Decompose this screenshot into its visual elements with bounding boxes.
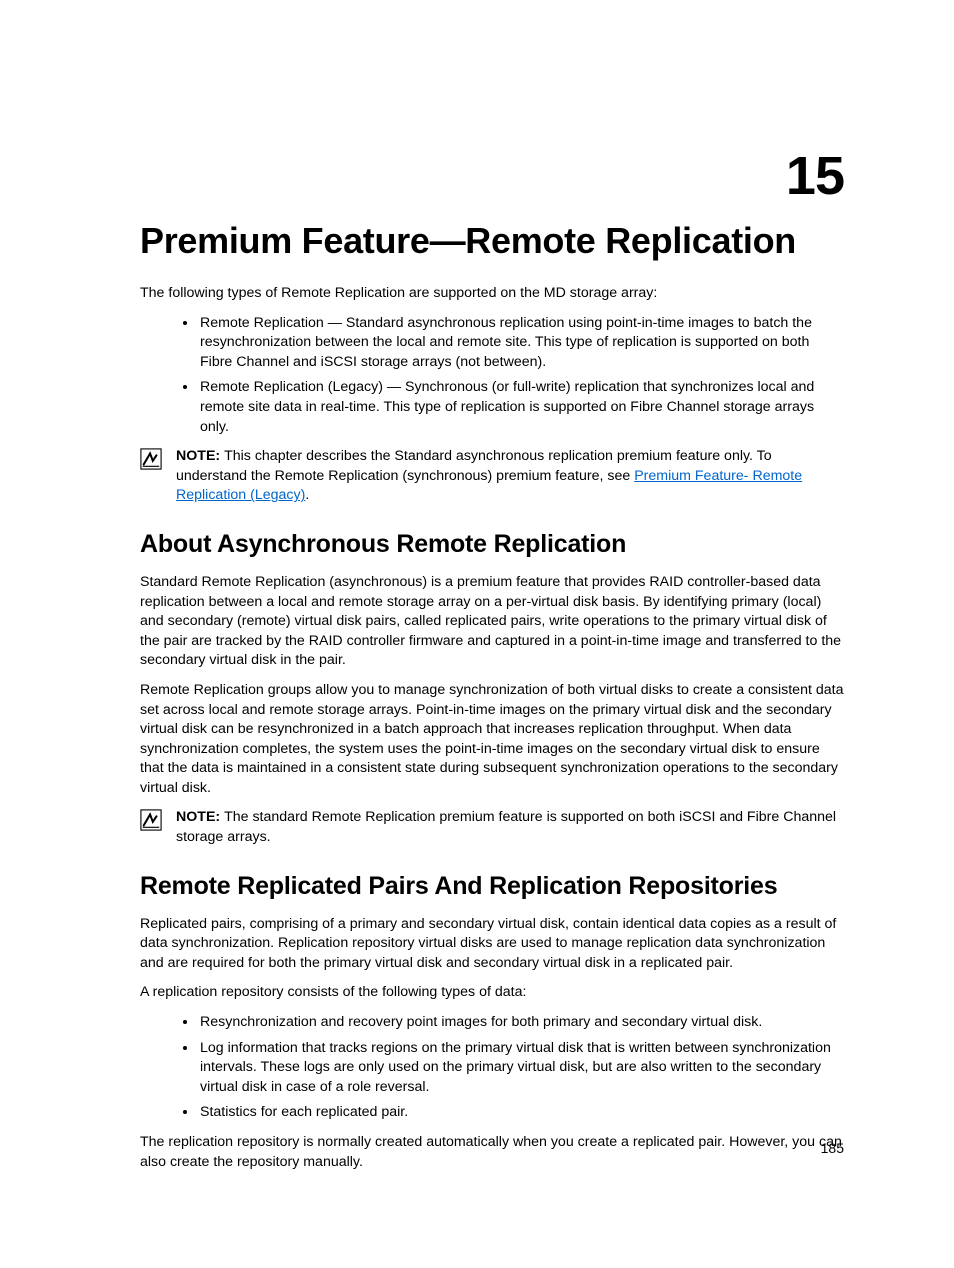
section-heading-about: About Asynchronous Remote Replication — [140, 530, 844, 559]
note-block: NOTE: The standard Remote Replication pr… — [140, 808, 844, 847]
list-item: Remote Replication (Legacy) — Synchronou… — [198, 378, 844, 437]
paragraph: Standard Remote Replication (asynchronou… — [140, 573, 844, 671]
paragraph: Replicated pairs, comprising of a primar… — [140, 915, 844, 974]
list-item: Remote Replication — Standard asynchrono… — [198, 314, 844, 373]
chapter-number: 15 — [786, 145, 844, 207]
note-block: NOTE: This chapter describes the Standar… — [140, 447, 844, 506]
note-icon — [140, 448, 162, 470]
page-number: 185 — [821, 1140, 844, 1156]
paragraph: Remote Replication groups allow you to m… — [140, 681, 844, 799]
paragraph: A replication repository consists of the… — [140, 983, 844, 1003]
note-body: The standard Remote Replication premium … — [176, 809, 836, 845]
replication-types-list: Remote Replication — Standard asynchrono… — [140, 314, 844, 438]
section-heading-pairs: Remote Replicated Pairs And Replication … — [140, 872, 844, 901]
chapter-title: Premium Feature—Remote Replication — [140, 220, 844, 262]
repository-data-list: Resynchronization and recovery point ima… — [140, 1013, 844, 1123]
note-text: NOTE: The standard Remote Replication pr… — [176, 808, 844, 847]
note-label: NOTE: — [176, 809, 224, 825]
list-item: Log information that tracks regions on t… — [198, 1039, 844, 1098]
note-body-b: . — [305, 487, 309, 503]
paragraph: The replication repository is normally c… — [140, 1133, 844, 1172]
document-page: 15 Premium Feature—Remote Replication Th… — [0, 0, 954, 1268]
list-item: Statistics for each replicated pair. — [198, 1103, 844, 1123]
note-label: NOTE: — [176, 448, 224, 464]
list-item: Resynchronization and recovery point ima… — [198, 1013, 844, 1033]
intro-paragraph: The following types of Remote Replicatio… — [140, 284, 844, 304]
note-text: NOTE: This chapter describes the Standar… — [176, 447, 844, 506]
note-icon — [140, 809, 162, 831]
